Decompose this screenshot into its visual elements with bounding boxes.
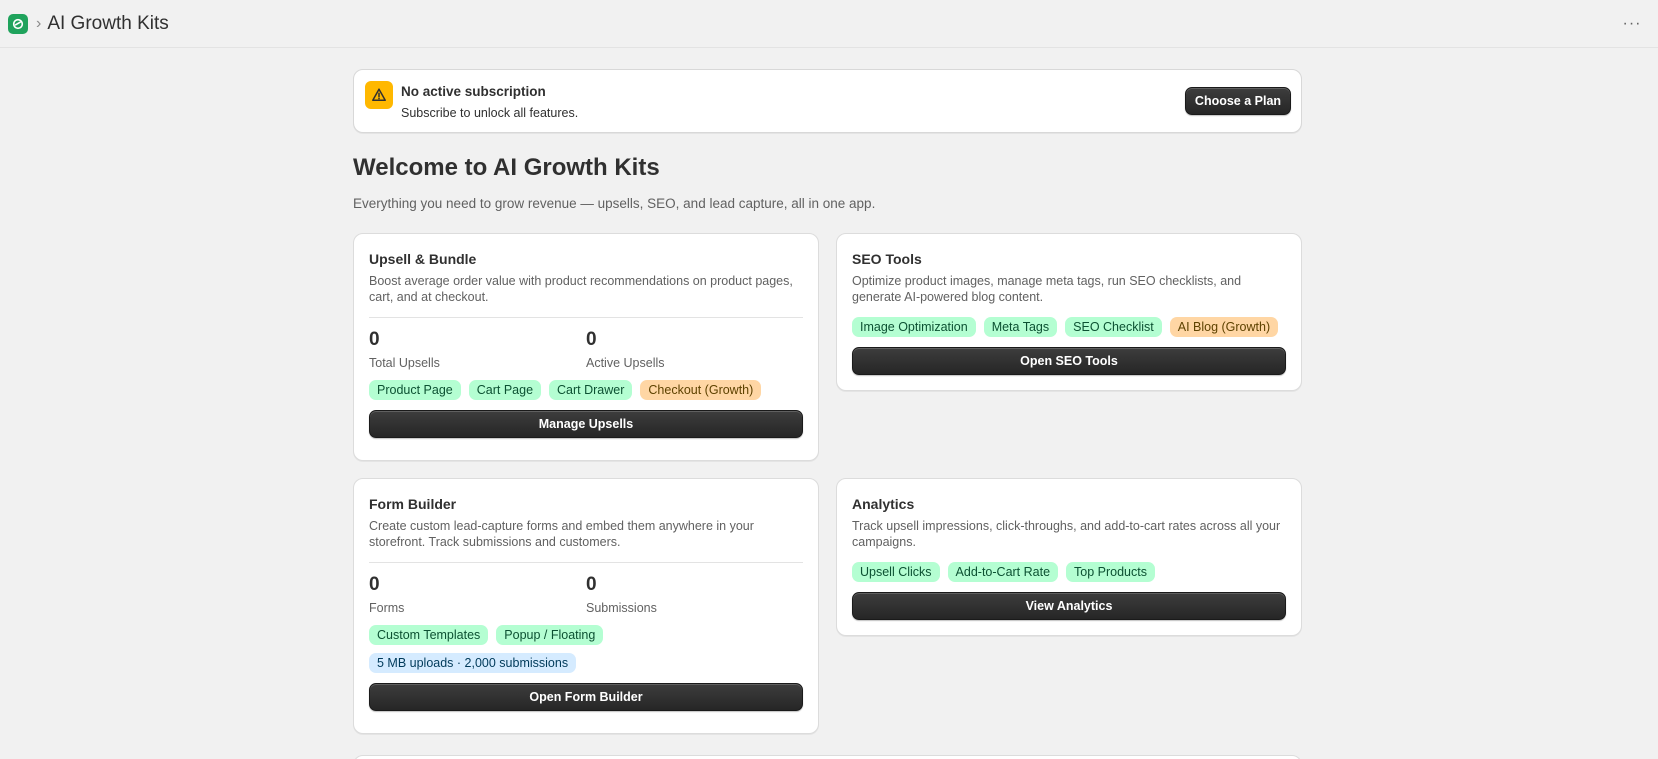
seo-tools-card: SEO Tools Optimize product images, manag… xyxy=(836,233,1302,391)
form-builder-card: Form Builder Create custom lead-capture … xyxy=(353,478,819,734)
card-title: SEO Tools xyxy=(852,251,922,267)
card-description: Optimize product images, manage meta tag… xyxy=(852,274,1242,304)
stat-value: 0 xyxy=(369,329,380,350)
choose-plan-button[interactable]: Choose a Plan xyxy=(1185,87,1291,115)
open-form-builder-button[interactable]: Open Form Builder xyxy=(369,683,803,711)
app-logo-icon[interactable] xyxy=(8,13,28,34)
tag-upload-limits: 5 MB uploads · 2,000 submissions xyxy=(369,653,577,673)
stats-row: 0 Forms 0 Submissions xyxy=(369,574,803,615)
top-bar: › AI Growth Kits ··· xyxy=(0,0,1658,48)
divider xyxy=(369,562,803,563)
stat-submissions: 0 Submissions xyxy=(586,574,803,615)
stat-label: Submissions xyxy=(586,601,657,615)
tag-top-products: Top Products xyxy=(1066,562,1155,582)
tag-popup-floating: Popup / Floating xyxy=(496,625,604,645)
divider xyxy=(369,317,803,318)
subscription-banner: No active subscription Subscribe to unlo… xyxy=(353,69,1302,133)
stat-label: Active Upsells xyxy=(586,356,665,370)
tag-cart-page: Cart Page xyxy=(468,380,542,400)
page-title: Welcome to AI Growth Kits xyxy=(353,154,660,181)
tag-list: Image Optimization Meta Tags SEO Checkli… xyxy=(852,317,1286,337)
app-title: AI Growth Kits xyxy=(47,12,169,34)
stat-label: Forms xyxy=(369,601,405,615)
stat-total-upsells: 0 Total Upsells xyxy=(369,329,586,370)
stats-row: 0 Total Upsells 0 Active Upsells xyxy=(369,329,803,370)
tag-ai-blog-growth: AI Blog (Growth) xyxy=(1169,317,1279,337)
tag-upsell-clicks: Upsell Clicks xyxy=(852,562,940,582)
card-description: Boost average order value with product r… xyxy=(369,274,793,304)
more-actions-icon[interactable]: ··· xyxy=(1620,12,1644,36)
open-seo-tools-button[interactable]: Open SEO Tools xyxy=(852,347,1286,375)
warning-triangle-icon xyxy=(365,81,393,109)
tag-add-to-cart-rate: Add-to-Cart Rate xyxy=(947,562,1059,582)
stat-value: 0 xyxy=(369,574,380,595)
tag-cart-drawer: Cart Drawer xyxy=(549,380,633,400)
stat-value: 0 xyxy=(586,574,597,595)
tag-product-page: Product Page xyxy=(369,380,461,400)
card-title: Form Builder xyxy=(369,496,457,512)
card-description: Track upsell impressions, click-throughs… xyxy=(852,519,1281,549)
tag-checkout-growth: Checkout (Growth) xyxy=(640,380,762,400)
analytics-card: Analytics Track upsell impressions, clic… xyxy=(836,478,1302,636)
banner-title: No active subscription xyxy=(401,84,546,99)
tag-list: Custom Templates Popup / Floating 5 MB u… xyxy=(369,625,629,673)
breadcrumb-separator: › xyxy=(36,14,42,32)
view-analytics-button[interactable]: View Analytics xyxy=(852,592,1286,620)
stat-active-upsells: 0 Active Upsells xyxy=(586,329,803,370)
stat-label: Total Upsells xyxy=(369,356,440,370)
tag-seo-checklist: SEO Checklist xyxy=(1065,317,1162,337)
next-card-partial xyxy=(353,755,1302,759)
tag-meta-tags: Meta Tags xyxy=(983,317,1058,337)
stat-forms: 0 Forms xyxy=(369,574,586,615)
card-title: Upsell & Bundle xyxy=(369,251,477,267)
banner-text: Subscribe to unlock all features. xyxy=(401,106,579,120)
tag-list: Product Page Cart Page Cart Drawer Check… xyxy=(369,380,803,400)
tag-list: Upsell Clicks Add-to-Cart Rate Top Produ… xyxy=(852,562,1286,582)
tag-image-optimization: Image Optimization xyxy=(852,317,976,337)
stat-value: 0 xyxy=(586,329,597,350)
manage-upsells-button[interactable]: Manage Upsells xyxy=(369,410,803,438)
card-description: Create custom lead-capture forms and emb… xyxy=(369,519,754,549)
tag-custom-templates: Custom Templates xyxy=(369,625,489,645)
upsell-bundle-card: Upsell & Bundle Boost average order valu… xyxy=(353,233,819,461)
card-title: Analytics xyxy=(852,496,915,512)
main-content: No active subscription Subscribe to unlo… xyxy=(353,69,1302,759)
page-subtitle: Everything you need to grow revenue — up… xyxy=(353,196,876,211)
